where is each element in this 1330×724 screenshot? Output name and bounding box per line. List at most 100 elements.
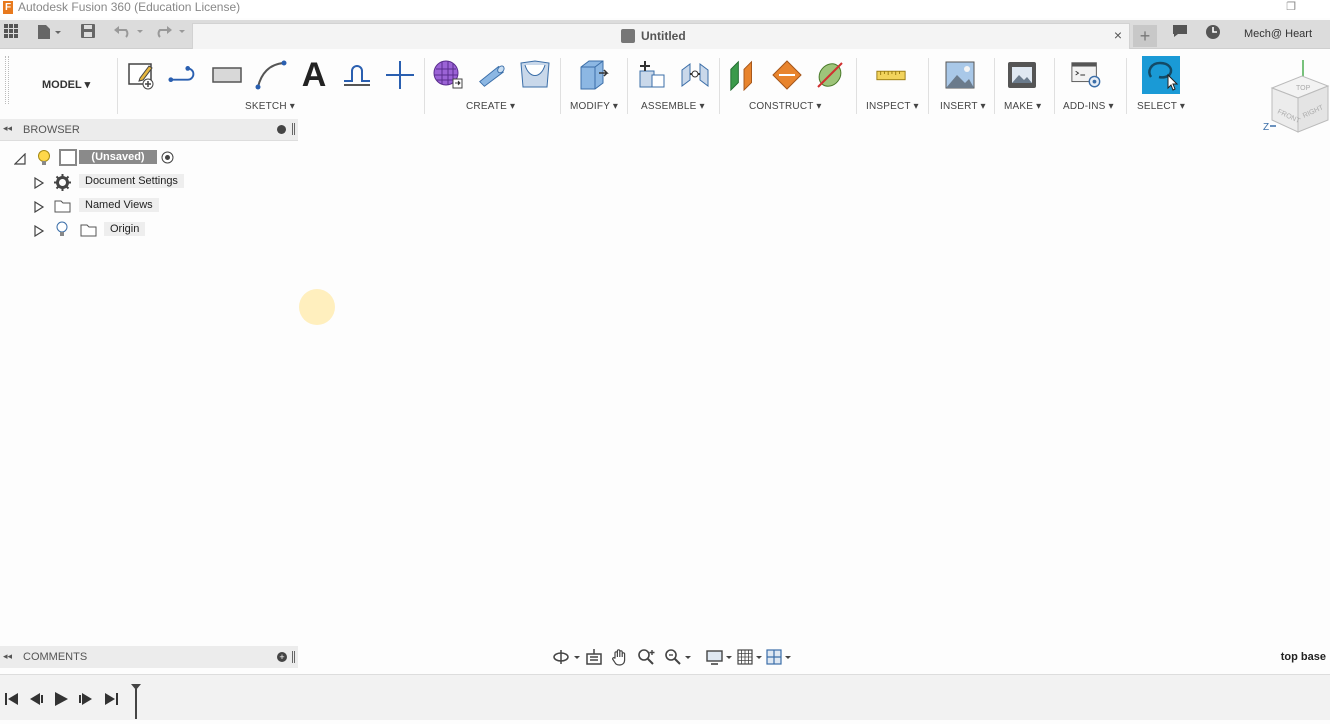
axis-through-cylinder-icon[interactable] <box>814 58 846 92</box>
3d-print-icon[interactable] <box>1006 58 1038 92</box>
document-tab[interactable]: Untitled × <box>192 23 1130 49</box>
user-name[interactable]: Mech@ Heart <box>1244 28 1312 40</box>
svg-text:Z: Z <box>1263 122 1269 133</box>
divider <box>560 58 561 114</box>
rectangle-tool-icon[interactable] <box>211 58 243 92</box>
comments-title: COMMENTS <box>23 651 88 663</box>
timeline-marker[interactable] <box>130 683 142 724</box>
expand-triangle-icon[interactable] <box>33 224 45 238</box>
clock-history-icon[interactable] <box>1204 24 1222 44</box>
browser-title: BROWSER <box>23 124 80 136</box>
select-menu[interactable]: SELECT ▾ <box>1137 101 1185 112</box>
activate-radio-icon[interactable] <box>161 151 174 169</box>
create-sketch-icon[interactable] <box>125 58 157 92</box>
collapse-comments-icon[interactable]: ◂◂ <box>3 651 12 662</box>
tree-item-origin[interactable]: Origin <box>0 221 298 239</box>
modify-menu[interactable]: MODIFY ▾ <box>570 101 618 112</box>
close-tab-icon[interactable]: × <box>1114 27 1122 43</box>
tree-item-named-views[interactable]: Named Views <box>0 197 298 215</box>
restore-window-icon[interactable]: ❐ <box>1286 0 1296 13</box>
tree-item-label: Document Settings <box>79 174 184 188</box>
folder-icon <box>80 223 97 242</box>
workspace-switcher[interactable]: MODEL ▾ <box>42 78 90 91</box>
orbit-icon[interactable] <box>552 647 580 667</box>
visibility-bulb-off-icon[interactable] <box>56 221 68 243</box>
offset-plane-icon[interactable] <box>728 58 760 92</box>
grid-snaps-icon[interactable] <box>736 647 764 667</box>
fusion-logo-icon: F <box>3 1 13 14</box>
joint-icon[interactable] <box>679 58 711 92</box>
viewports-icon[interactable] <box>765 647 793 667</box>
make-menu[interactable]: MAKE ▾ <box>1004 101 1041 112</box>
file-menu-icon[interactable] <box>34 24 64 44</box>
new-component-icon[interactable] <box>636 58 668 92</box>
look-at-icon[interactable] <box>585 647 603 667</box>
insert-image-icon[interactable] <box>944 58 976 92</box>
browser-panel-header: ◂◂ BROWSER <box>0 119 298 141</box>
window-title: Autodesk Fusion 360 (Education License) <box>18 0 241 14</box>
timeline <box>0 674 1330 720</box>
status-text: top base <box>1280 651 1326 663</box>
scripts-addins-icon[interactable] <box>1070 58 1102 92</box>
display-settings-icon[interactable] <box>705 647 733 667</box>
point-tool-icon[interactable] <box>384 58 416 92</box>
addins-menu[interactable]: ADD-INS ▾ <box>1063 101 1114 112</box>
select-tool-icon[interactable] <box>1142 56 1180 94</box>
measure-icon[interactable] <box>875 58 907 92</box>
tree-item-label: Origin <box>104 222 146 236</box>
step-forward-icon[interactable] <box>78 691 94 707</box>
inspect-menu[interactable]: INSPECT ▾ <box>866 101 919 112</box>
browser-pin-icon[interactable] <box>292 123 295 135</box>
visibility-bulb-icon[interactable] <box>37 149 51 172</box>
title-bar: F Autodesk Fusion 360 (Education License… <box>0 0 1330 18</box>
save-icon[interactable] <box>79 24 97 44</box>
divider <box>719 58 720 114</box>
step-back-icon[interactable] <box>28 691 44 707</box>
text-tool-icon[interactable]: A <box>298 56 330 94</box>
view-cube[interactable]: TOP FRONT RIGHT Z <box>1262 58 1330 148</box>
create-menu[interactable]: CREATE ▾ <box>466 101 515 112</box>
create-form-icon[interactable] <box>432 58 464 92</box>
data-panel-grid-icon[interactable] <box>2 24 20 44</box>
collapse-browser-icon[interactable]: ◂◂ <box>3 123 12 134</box>
divider <box>994 58 995 114</box>
folder-icon <box>54 199 71 218</box>
add-comment-icon[interactable]: + <box>277 652 287 662</box>
collapse-triangle-icon[interactable] <box>13 152 26 165</box>
document-cube-icon <box>621 29 635 43</box>
spline-tool-icon[interactable] <box>255 58 287 92</box>
assemble-menu[interactable]: ASSEMBLE ▾ <box>641 101 705 112</box>
job-status-chat-icon[interactable] <box>1171 24 1189 44</box>
new-tab-button[interactable]: + <box>1133 25 1157 47</box>
divider <box>928 58 929 114</box>
zoom-window-icon[interactable] <box>664 647 692 667</box>
component-icon <box>59 149 77 166</box>
tree-item-document-settings[interactable]: Document Settings <box>0 173 298 191</box>
document-tab-title: Untitled <box>641 29 686 43</box>
fillet-sketch-icon[interactable] <box>341 58 373 92</box>
construct-menu[interactable]: CONSTRUCT ▾ <box>749 101 822 112</box>
ribbon-toolbar: MODEL ▾ A SKETCH ▾ CREATE ▾ MODIFY ▾ ASS… <box>0 50 1330 117</box>
insert-menu[interactable]: INSERT ▾ <box>940 101 986 112</box>
toolbar-grip[interactable] <box>5 56 9 104</box>
press-pull-icon[interactable] <box>577 58 609 92</box>
tree-root[interactable]: (Unsaved) <box>0 149 298 167</box>
expand-triangle-icon[interactable] <box>33 200 45 214</box>
pan-hand-icon[interactable] <box>611 647 629 667</box>
plane-at-angle-icon[interactable] <box>771 58 803 92</box>
browser-minimize-icon[interactable] <box>277 125 286 134</box>
zoom-icon[interactable] <box>637 647 657 667</box>
shell-solid-icon[interactable] <box>519 58 551 92</box>
go-to-start-icon[interactable] <box>4 691 20 707</box>
divider <box>1126 58 1127 114</box>
line-tool-icon[interactable] <box>168 58 200 92</box>
go-to-end-icon[interactable] <box>103 691 119 707</box>
redo-icon[interactable] <box>154 24 188 44</box>
expand-triangle-icon[interactable] <box>33 176 45 190</box>
tree-root-label: (Unsaved) <box>79 150 157 164</box>
play-icon[interactable] <box>53 691 69 707</box>
comments-pin-icon[interactable] <box>292 651 295 663</box>
undo-icon[interactable] <box>112 24 146 44</box>
sketch-menu[interactable]: SKETCH ▾ <box>245 101 295 112</box>
pipe-icon[interactable] <box>475 58 507 92</box>
